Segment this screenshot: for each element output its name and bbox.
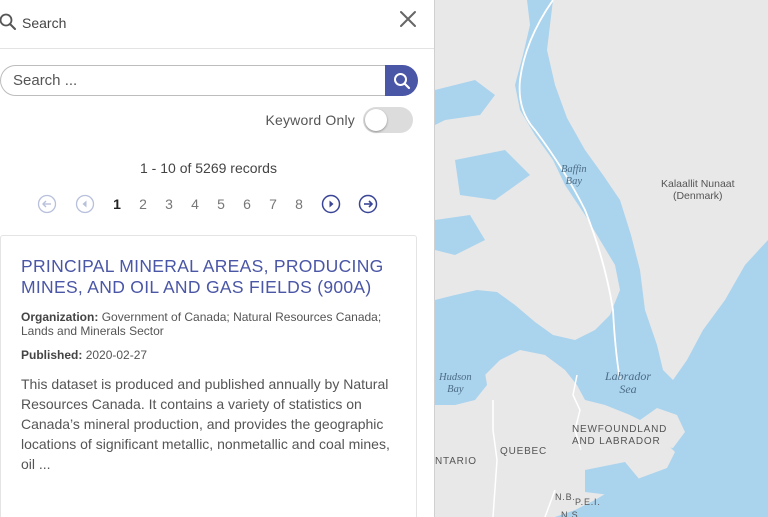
map-label-labrador-sea: Labrador Sea <box>605 370 651 396</box>
search-icon <box>393 72 410 89</box>
records-count: 1 - 10 of 5269 records <box>140 160 277 176</box>
search-panel: Search Keyword Only 1 - 10 of 5269 recor… <box>0 0 435 517</box>
page-8[interactable]: 8 <box>292 194 306 214</box>
map-label-ontario: NTARIO <box>435 456 477 467</box>
search-icon <box>0 13 16 30</box>
label-line: NEWFOUNDLAND <box>572 424 668 435</box>
search-panel-header: Search <box>0 0 434 49</box>
page-4[interactable]: 4 <box>188 194 202 214</box>
page-1[interactable]: 1 <box>110 194 124 214</box>
page-5[interactable]: 5 <box>214 194 228 214</box>
panel-title: Search <box>22 15 67 31</box>
label-line: Baffin <box>561 164 587 175</box>
result-organization: Organization: Government of Canada; Natu… <box>21 310 406 338</box>
label-line: Hudson <box>439 372 472 383</box>
published-value: 2020-02-27 <box>85 348 148 362</box>
search-button[interactable] <box>385 65 418 96</box>
label-line: AND LABRADOR <box>572 436 661 447</box>
label-line: Sea <box>619 382 637 396</box>
result-published: Published: 2020-02-27 <box>21 348 406 362</box>
page-3[interactable]: 3 <box>162 194 176 214</box>
published-label: Published: <box>21 348 83 362</box>
page-6[interactable]: 6 <box>240 194 254 214</box>
map-label-nb: N.B. <box>555 492 576 502</box>
label-line: Bay <box>565 176 582 187</box>
map-label-hudson-bay: Hudson Bay <box>439 372 472 396</box>
close-icon[interactable] <box>398 9 418 29</box>
keyword-only-label: Keyword Only <box>265 112 355 128</box>
map-view[interactable]: Baffin Bay Kalaallit Nunaat (Denmark) La… <box>435 0 768 517</box>
prev-page-icon[interactable] <box>75 194 95 214</box>
label-line: Kalaallit Nunaat <box>661 178 735 190</box>
page-7[interactable]: 7 <box>266 194 280 214</box>
keyword-only-row: Keyword Only <box>265 107 413 133</box>
map-label-pei: P.E.I. <box>575 497 601 507</box>
label-line: Bay <box>447 384 464 395</box>
organization-label: Organization: <box>21 310 99 324</box>
search-input[interactable] <box>0 65 385 96</box>
result-title-link[interactable]: PRINCIPAL MINERAL AREAS, PRODUCING MINES… <box>21 256 391 298</box>
last-page-icon[interactable] <box>358 194 378 214</box>
page-2[interactable]: 2 <box>136 194 150 214</box>
result-card: PRINCIPAL MINERAL AREAS, PRODUCING MINES… <box>0 235 417 517</box>
search-bar <box>0 65 418 96</box>
result-description: This dataset is produced and published a… <box>21 376 390 472</box>
keyword-only-toggle[interactable] <box>363 107 413 133</box>
map-label-quebec: QUEBEC <box>500 446 548 457</box>
map-label-ns: N.S. <box>561 510 582 517</box>
map-label-newfoundland: NEWFOUNDLAND AND LABRADOR <box>572 424 667 448</box>
map-label-greenland: Kalaallit Nunaat (Denmark) <box>661 178 735 202</box>
label-line: (Denmark) <box>672 190 723 202</box>
toggle-knob <box>365 109 387 131</box>
next-page-icon[interactable] <box>321 194 341 214</box>
map-label-baffin-bay: Baffin Bay <box>561 164 587 188</box>
first-page-icon[interactable] <box>37 194 57 214</box>
